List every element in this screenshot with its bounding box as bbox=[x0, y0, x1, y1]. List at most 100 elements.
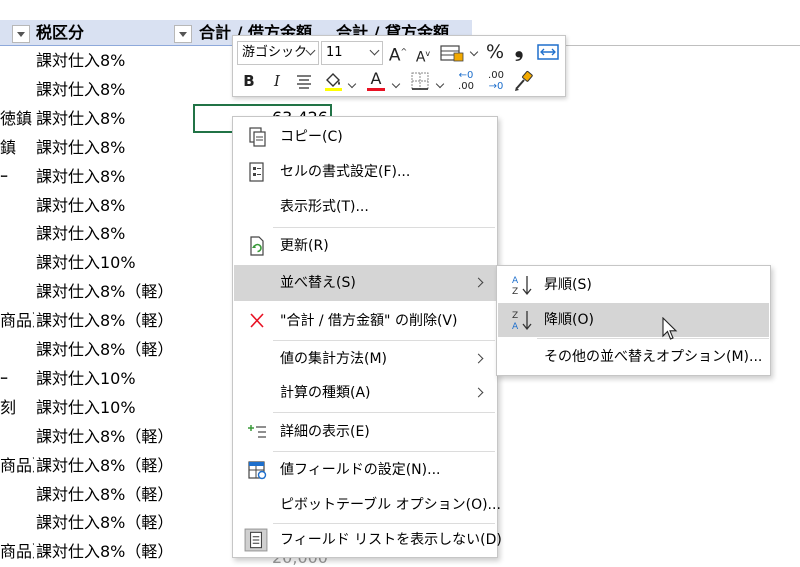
menu-item-label: "合計 / 借方金額" の削除(V) bbox=[280, 313, 458, 329]
table-cell-tax-category[interactable]: 課対仕入8% bbox=[36, 167, 125, 187]
delete-x-icon bbox=[250, 313, 264, 328]
mini-toolbar: 游ゴシック 11 A^ Av % ❟ B I A ←0 .00 .00 →0 bbox=[232, 35, 566, 97]
table-cell-tax-category[interactable]: 課対仕入8%（軽） bbox=[36, 282, 173, 302]
submenu-item-sort-descending[interactable]: Z A 降順(O) bbox=[498, 303, 769, 337]
table-cell-item[interactable]: 刻 bbox=[0, 398, 34, 418]
chevron-down-icon[interactable] bbox=[435, 79, 445, 89]
menu-item-remove-field[interactable]: "合計 / 借方金額" の削除(V) bbox=[234, 303, 496, 339]
filter-dropdown-button[interactable] bbox=[12, 25, 30, 43]
sort-descending-icon: Z A bbox=[512, 311, 532, 332]
increase-font-size-button[interactable]: A^ bbox=[387, 42, 409, 66]
align-center-button[interactable] bbox=[293, 71, 315, 96]
menu-item-value-field-settings[interactable]: 値フィールドの設定(N)... bbox=[234, 452, 496, 488]
table-cell-item[interactable]: 商品） bbox=[0, 456, 34, 476]
menu-item-refresh[interactable]: 更新(R) bbox=[234, 228, 496, 264]
table-cell-tax-category[interactable]: 課対仕入8%（軽） bbox=[36, 542, 173, 562]
table-cell-tax-category[interactable]: 課対仕入8%（軽） bbox=[36, 513, 173, 533]
filter-dropdown-button[interactable] bbox=[174, 25, 192, 43]
table-cell-tax-category[interactable]: 課対仕入8% bbox=[36, 138, 125, 158]
menu-item-label: フィールド リストを表示しない(D) bbox=[280, 532, 502, 548]
paint-bucket-icon bbox=[325, 73, 342, 91]
chevron-down-icon bbox=[369, 45, 380, 56]
menu-separator bbox=[537, 338, 769, 339]
menu-item-hide-field-list[interactable]: フィールド リストを表示しない(D) bbox=[234, 522, 502, 558]
menu-item-label: 表示形式(T)... bbox=[280, 199, 369, 215]
italic-button[interactable]: I bbox=[267, 71, 287, 91]
menu-item-number-format[interactable]: 表示形式(T)... bbox=[234, 189, 496, 225]
menu-item-show-details[interactable]: 詳細の表示(E) bbox=[234, 414, 496, 450]
font-name-select[interactable]: 游ゴシック bbox=[237, 41, 319, 65]
chevron-down-icon bbox=[305, 45, 316, 56]
table-cell-tax-category[interactable]: 課対仕入10% bbox=[36, 253, 136, 273]
font-size-value: 11 bbox=[326, 45, 343, 60]
header-tax-category: 税区分 bbox=[36, 23, 85, 42]
menu-item-label: ピボットテーブル オプション(O)... bbox=[280, 497, 501, 513]
decrease-font-size-button[interactable]: Av bbox=[413, 44, 433, 68]
table-cell-item[interactable]: 商品） bbox=[0, 542, 34, 562]
merge-center-button[interactable] bbox=[535, 42, 561, 67]
borders-icon bbox=[411, 72, 429, 90]
chevron-down-icon[interactable] bbox=[391, 79, 401, 89]
table-cell-tax-category[interactable]: 課対仕入8% bbox=[36, 51, 125, 71]
mouse-pointer-icon bbox=[662, 317, 678, 340]
menu-separator bbox=[273, 412, 495, 413]
menu-item-sort[interactable]: 並べ替え(S) bbox=[234, 265, 496, 301]
menu-item-show-values-as[interactable]: 計算の種類(A) bbox=[234, 375, 496, 411]
chevron-down-icon[interactable] bbox=[469, 47, 479, 57]
table-cell-tax-category[interactable]: 課対仕入8%（軽） bbox=[36, 456, 173, 476]
svg-text:Z: Z bbox=[512, 311, 518, 321]
fill-color-button[interactable] bbox=[321, 70, 345, 97]
menu-item-label: コピー(C) bbox=[280, 129, 343, 145]
sort-submenu: A Z 昇順(S) Z A 降順(O) その他の並べ替えオプション(M)... bbox=[496, 265, 771, 376]
menu-item-format-cells[interactable]: セルの書式設定(F)... bbox=[234, 154, 496, 190]
refresh-icon bbox=[250, 236, 264, 256]
table-cell-item[interactable]: 商品） bbox=[0, 311, 34, 331]
table-cell-tax-category[interactable]: 課対仕入8% bbox=[36, 109, 125, 129]
borders-button[interactable] bbox=[409, 71, 431, 96]
chevron-right-icon bbox=[473, 277, 484, 288]
submenu-item-label: 降順(O) bbox=[544, 312, 594, 328]
chevron-down-icon bbox=[179, 32, 187, 37]
font-color-button[interactable]: A bbox=[365, 69, 387, 91]
format-as-table-button[interactable] bbox=[439, 43, 467, 68]
table-cell-tax-category[interactable]: 課対仕入10% bbox=[36, 369, 136, 389]
paintbrush-icon bbox=[515, 70, 533, 91]
table-cell-tax-category[interactable]: 課対仕入8%（軽） bbox=[36, 340, 173, 360]
comma-style-button[interactable]: ❟ bbox=[509, 39, 529, 61]
show-details-icon bbox=[248, 425, 266, 438]
table-style-icon bbox=[440, 45, 464, 62]
decrease-decimal-button[interactable]: .00 →0 bbox=[483, 70, 509, 92]
chevron-right-icon bbox=[473, 387, 484, 398]
menu-item-label: 計算の種類(A) bbox=[280, 385, 371, 401]
field-list-icon bbox=[244, 528, 268, 552]
context-menu: コピー(C) セルの書式設定(F)... 表示形式(T)... 更新(R) 並べ… bbox=[232, 116, 502, 558]
table-cell-item[interactable]: ｰ bbox=[0, 167, 34, 187]
menu-item-pivottable-options[interactable]: ピボットテーブル オプション(O)... bbox=[234, 487, 501, 523]
format-cells-icon bbox=[249, 162, 264, 182]
menu-item-summarize-values-by[interactable]: 値の集計方法(M) bbox=[234, 341, 496, 377]
decrease-decimal-bottom: →0 bbox=[488, 81, 504, 92]
table-cell-tax-category[interactable]: 課対仕入8% bbox=[36, 80, 125, 100]
menu-item-copy[interactable]: コピー(C) bbox=[234, 119, 496, 155]
percent-style-button[interactable]: % bbox=[485, 42, 505, 62]
submenu-item-label: その他の並べ替えオプション(M)... bbox=[544, 349, 763, 365]
svg-text:A: A bbox=[512, 276, 519, 286]
submenu-item-more-sort-options[interactable]: その他の並べ替えオプション(M)... bbox=[498, 340, 769, 374]
table-cell-item[interactable]: 鎮 bbox=[0, 138, 34, 158]
format-painter-button[interactable] bbox=[513, 70, 535, 97]
increase-decimal-button[interactable]: ←0 .00 bbox=[453, 70, 479, 92]
table-cell-tax-category[interactable]: 課対仕入10% bbox=[36, 398, 136, 418]
table-cell-tax-category[interactable]: 課対仕入8% bbox=[36, 196, 125, 216]
table-cell-tax-category[interactable]: 課対仕入8%（軽） bbox=[36, 485, 173, 505]
merge-cells-icon bbox=[537, 44, 559, 60]
table-cell-item[interactable]: ｰ bbox=[0, 369, 34, 389]
table-cell-tax-category[interactable]: 課対仕入8%（軽） bbox=[36, 311, 173, 331]
submenu-item-sort-ascending[interactable]: A Z 昇順(S) bbox=[498, 268, 769, 302]
table-cell-tax-category[interactable]: 課対仕入8% bbox=[36, 224, 125, 244]
table-cell-tax-category[interactable]: 課対仕入8%（軽） bbox=[36, 427, 173, 447]
table-cell-item[interactable]: 徳鎮 bbox=[0, 109, 34, 129]
bold-button[interactable]: B bbox=[239, 71, 259, 91]
chevron-down-icon[interactable] bbox=[347, 79, 357, 89]
menu-item-label: 更新(R) bbox=[280, 238, 329, 254]
font-size-select[interactable]: 11 bbox=[321, 41, 383, 65]
